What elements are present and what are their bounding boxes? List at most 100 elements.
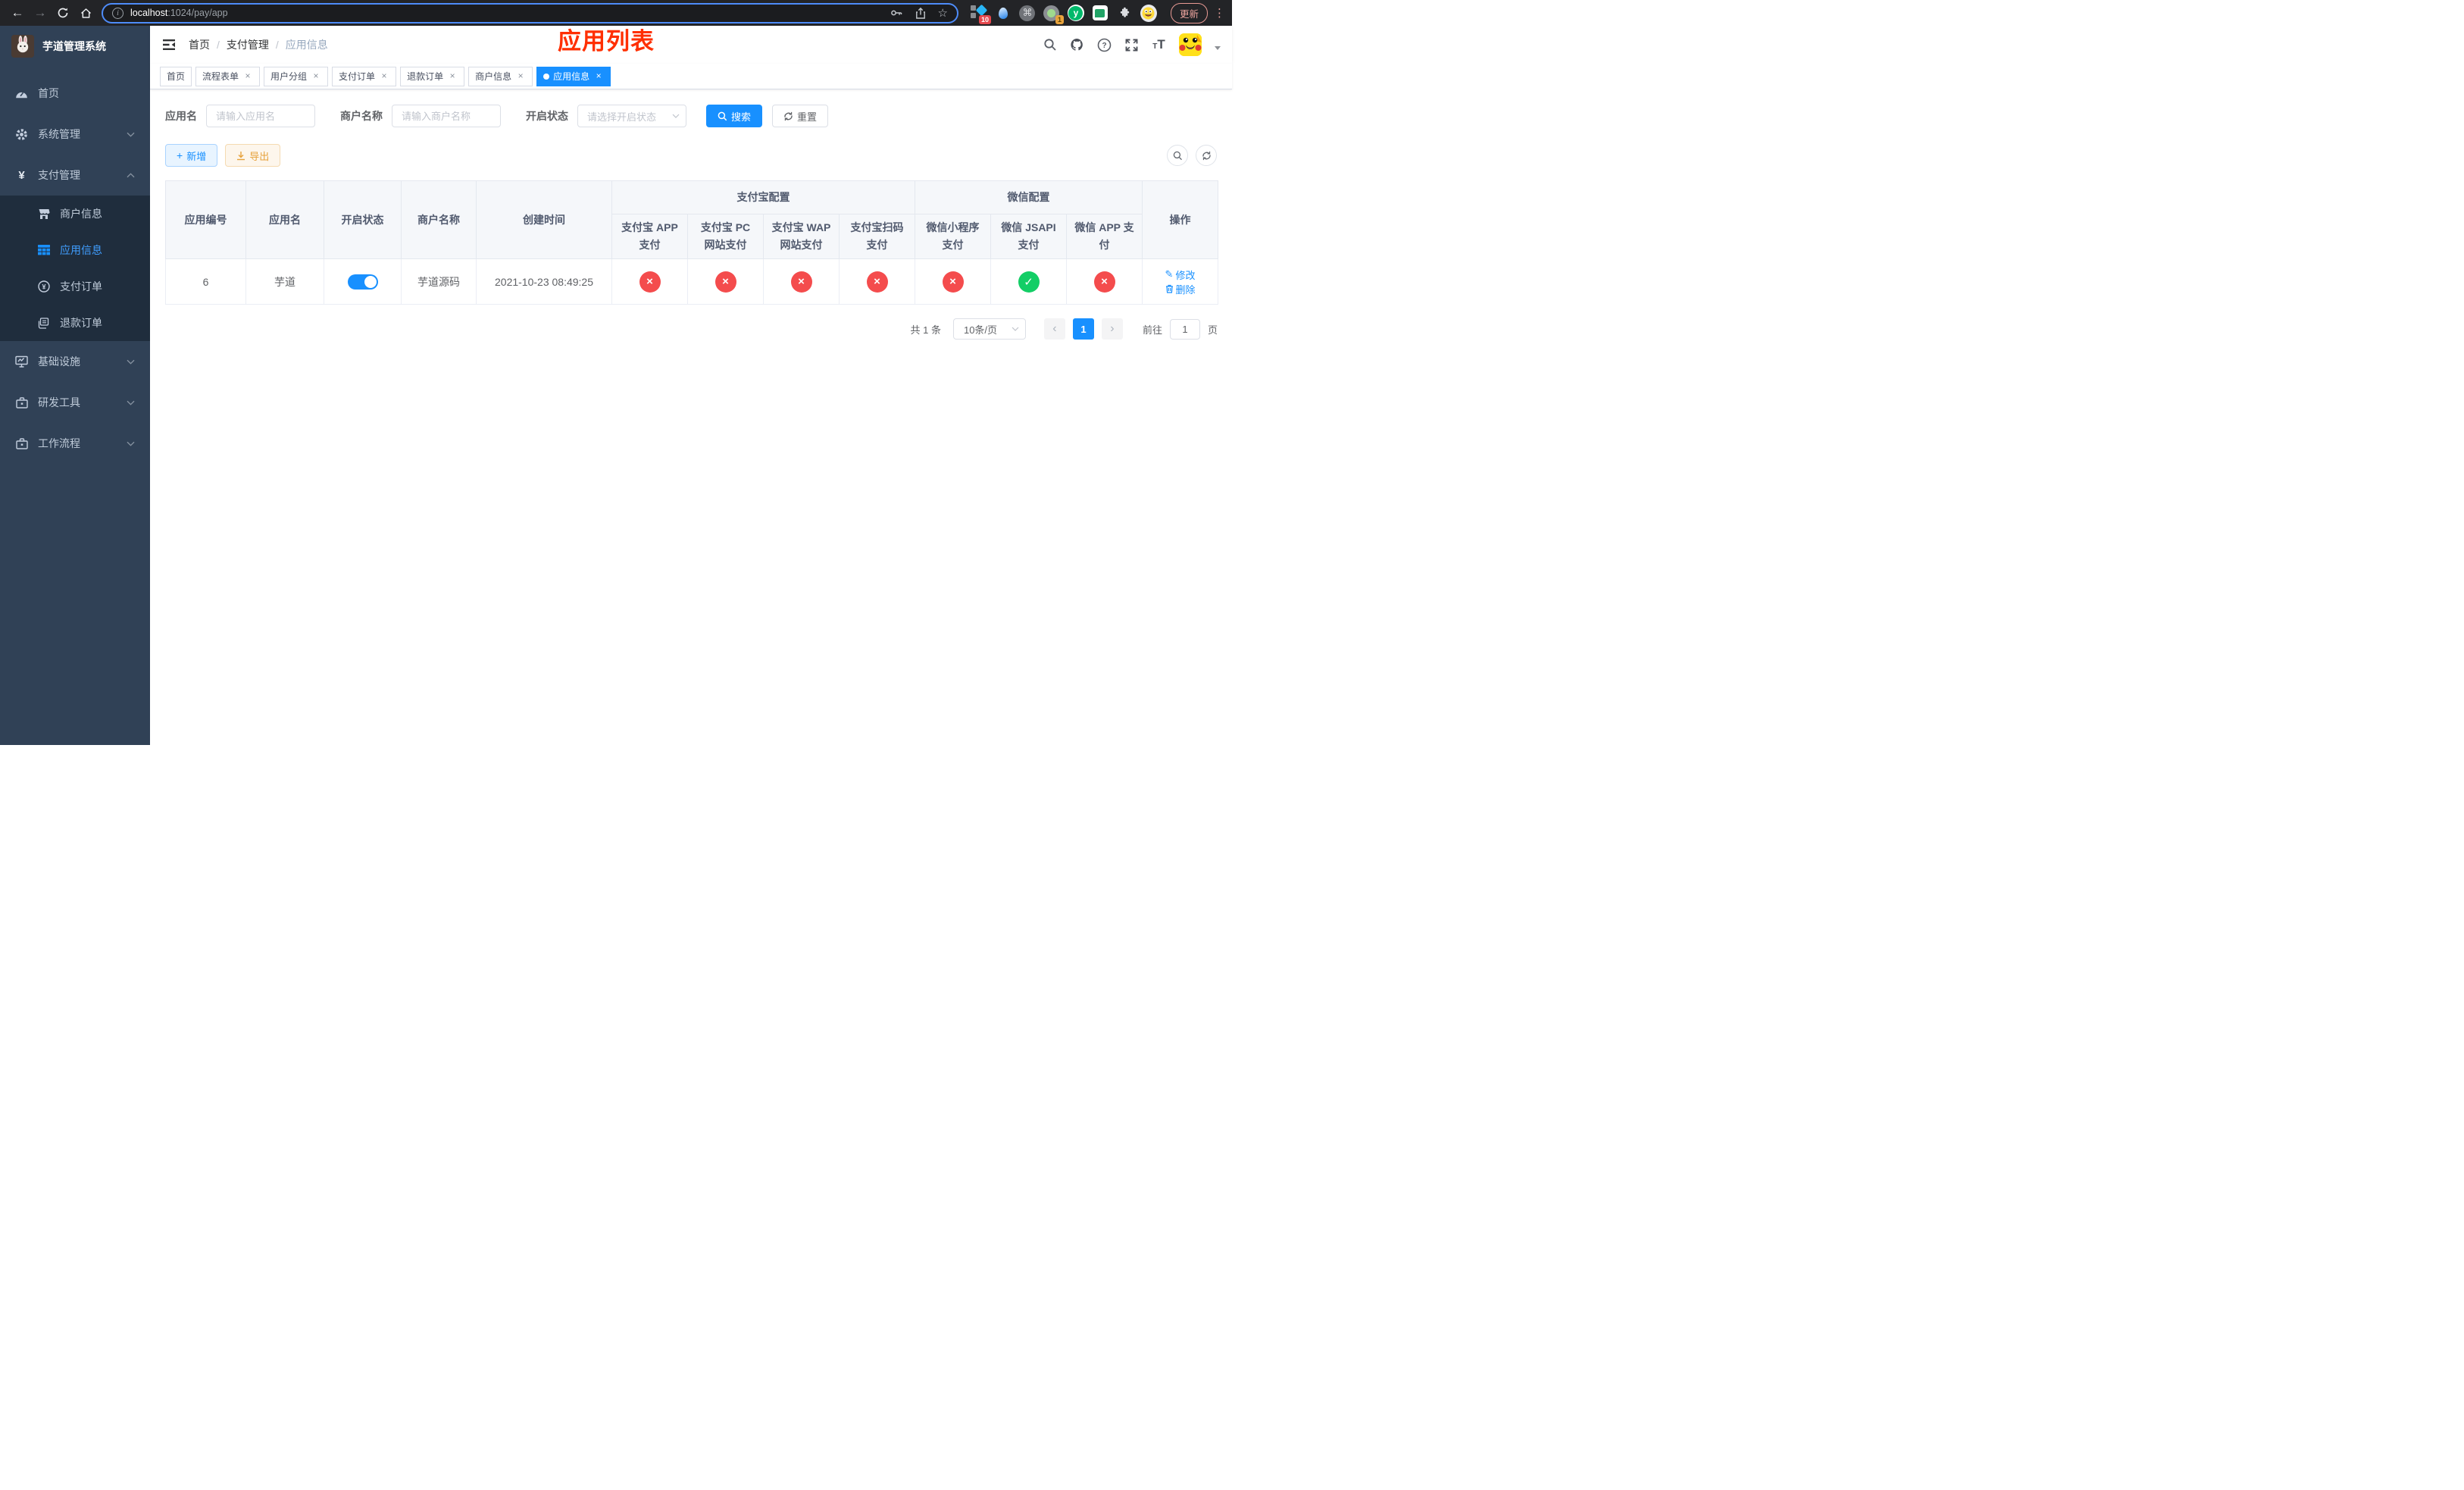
sidebar-item-home[interactable]: 首页 — [0, 73, 150, 114]
chrome-menu-kebab-icon[interactable]: ⋮ — [1214, 6, 1225, 20]
site-info-icon[interactable]: i — [112, 7, 124, 19]
page-number-1[interactable]: 1 — [1072, 318, 1094, 340]
col-actions: 操作 — [1142, 180, 1219, 259]
extension-balloon-icon[interactable] — [995, 5, 1012, 21]
extension-recorder-icon[interactable]: 1 — [1043, 5, 1064, 24]
yen-icon: ¥ — [18, 168, 25, 182]
briefcase-icon — [15, 437, 28, 450]
tag-process-form[interactable]: 流程表单 × — [195, 66, 261, 86]
sidebar-collapse-icon[interactable] — [161, 37, 177, 52]
close-icon[interactable]: × — [379, 70, 389, 82]
page-size-select[interactable]: 10条/页 — [952, 318, 1026, 340]
app-name-input[interactable] — [206, 105, 315, 127]
password-key-icon[interactable] — [890, 6, 903, 20]
tags-view: 首页 流程表单 × 用户分组 × 支付订单 × 退款订单 × 商户信息 × 应用信息 × — [150, 64, 1232, 89]
close-icon[interactable]: × — [242, 70, 253, 82]
status-select[interactable]: 请选择开启状态 — [577, 105, 686, 127]
tag-app-info-active[interactable]: 应用信息 × — [536, 66, 611, 86]
chrome-update-button[interactable]: 更新 — [1170, 2, 1208, 23]
search-button[interactable]: 搜索 — [706, 105, 763, 127]
col-wx-app: 微信 APP 支付 — [1065, 214, 1143, 259]
reset-button[interactable]: 重置 — [772, 105, 829, 127]
sidebar-item-dev-tools[interactable]: 研发工具 — [0, 382, 150, 423]
sidebar-item-infrastructure[interactable]: 基础设施 — [0, 341, 150, 382]
edit-pencil-icon: ✎ — [1165, 268, 1174, 280]
sidebar-item-payment[interactable]: ¥ 支付管理 — [0, 155, 150, 196]
breadcrumb-home[interactable]: 首页 — [189, 37, 210, 52]
goto-label: 前往 — [1142, 324, 1162, 336]
browser-home-icon[interactable] — [76, 3, 95, 23]
url-bar[interactable]: i localhost:1024/pay/app ☆ — [102, 2, 958, 23]
col-alipay-pc: 支付宝 PC 网站支付 — [687, 214, 764, 259]
sidebar-item-refund-order[interactable]: 退款订单 — [0, 305, 150, 341]
header-search-icon[interactable] — [1043, 38, 1057, 52]
merchant-name-input[interactable] — [392, 105, 501, 127]
tag-refund-order[interactable]: 退款订单 × — [400, 66, 465, 86]
top-navbar: 首页 / 支付管理 / 应用信息 ? TT — [150, 26, 1232, 64]
sidebar-menu: 首页 系统管理 ¥ 支付管理 商户信息 应用信息 ¥ 支付订单 退款订单 基础设… — [0, 67, 150, 464]
tag-home[interactable]: 首页 — [160, 66, 192, 86]
col-group-alipay: 支付宝配置 — [611, 180, 915, 214]
sidebar-item-merchant-info[interactable]: 商户信息 — [0, 196, 150, 232]
avatar-caret-icon[interactable] — [1215, 46, 1221, 50]
browser-reload-icon[interactable] — [53, 3, 73, 23]
tag-user-group[interactable]: 用户分组 × — [264, 66, 329, 86]
cell-app-id: 6 — [165, 258, 246, 305]
active-dot — [543, 73, 550, 80]
browser-forward-icon[interactable]: → — [30, 3, 50, 23]
github-icon[interactable] — [1070, 38, 1084, 52]
browser-back-icon[interactable]: ← — [8, 3, 27, 23]
col-alipay-qr: 支付宝扫码支付 — [839, 214, 915, 259]
tag-pay-order[interactable]: 支付订单 × — [332, 66, 397, 86]
bookmark-star-icon[interactable]: ☆ — [938, 6, 948, 20]
profile-avatar-emoji[interactable] — [1140, 4, 1157, 22]
col-created: 创建时间 — [476, 180, 612, 259]
sidebar-item-label: 工作流程 — [38, 437, 80, 449]
annotation-page-title: 应用列表 — [558, 28, 655, 55]
app-name-label: 应用名 — [165, 110, 197, 122]
close-icon[interactable]: × — [311, 70, 321, 82]
extension-tabs-icon[interactable]: 10 — [970, 4, 991, 24]
extension-y-icon[interactable]: y — [1067, 5, 1084, 21]
grid-table-icon — [37, 244, 50, 257]
goto-page-input[interactable] — [1169, 318, 1200, 340]
col-group-wechat: 微信配置 — [914, 180, 1143, 214]
extensions-puzzle-icon[interactable] — [1116, 5, 1133, 21]
sidebar-item-system[interactable]: 系统管理 — [0, 114, 150, 155]
app-logo-rabbit — [11, 35, 34, 58]
help-icon[interactable]: ? — [1097, 38, 1112, 52]
status-toggle-on[interactable] — [347, 274, 378, 290]
share-icon[interactable] — [915, 7, 927, 20]
sidebar-item-pay-order[interactable]: ¥ 支付订单 — [0, 268, 150, 305]
edit-link[interactable]: ✎ 修改 — [1165, 268, 1196, 282]
user-avatar-pikachu[interactable] — [1179, 33, 1202, 56]
fullscreen-icon[interactable] — [1124, 38, 1139, 52]
app-table: 应用编号 应用名 开启状态 商户名称 创建时间 支付宝配置 微信配置 操作 支付… — [165, 180, 1219, 305]
app-logo-row[interactable]: 芋道管理系统 — [0, 26, 150, 67]
delete-link[interactable]: 删除 — [1165, 282, 1196, 296]
breadcrumb-app-info: 应用信息 — [285, 39, 328, 51]
sidebar-item-workflow[interactable]: 工作流程 — [0, 423, 150, 464]
font-size-icon[interactable]: TT — [1152, 37, 1166, 52]
close-icon[interactable]: × — [593, 70, 604, 82]
refresh-table-button[interactable] — [1196, 145, 1217, 166]
export-button[interactable]: 导出 — [225, 144, 281, 167]
breadcrumb-payment[interactable]: 支付管理 — [227, 37, 269, 52]
payment-submenu: 商户信息 应用信息 ¥ 支付订单 退款订单 — [0, 196, 150, 341]
svg-text:¥: ¥ — [42, 283, 45, 290]
extension-command-icon[interactable]: ⌘ — [1019, 5, 1036, 21]
add-button[interactable]: + 新增 — [165, 144, 218, 167]
chevron-up-icon — [127, 172, 135, 178]
close-icon[interactable]: × — [515, 70, 526, 82]
sidebar-item-app-info[interactable]: 应用信息 — [0, 232, 150, 268]
next-page-button[interactable]: › — [1101, 318, 1123, 340]
extension-chat-icon[interactable] — [1092, 5, 1108, 21]
close-icon[interactable]: × — [447, 70, 458, 82]
prev-page-button[interactable]: ‹ — [1043, 318, 1065, 340]
tag-merchant-info[interactable]: 商户信息 × — [468, 66, 533, 86]
toggle-search-button[interactable] — [1167, 145, 1188, 166]
chevron-down-icon — [127, 359, 135, 365]
col-app-name: 应用名 — [245, 180, 324, 259]
browser-chrome: ← → i localhost:1024/pay/app ☆ 10 ⌘ 1 y … — [0, 0, 1232, 26]
pagination: 共 1 条 10条/页 ‹ 1 › 前往 页 — [165, 318, 1218, 340]
